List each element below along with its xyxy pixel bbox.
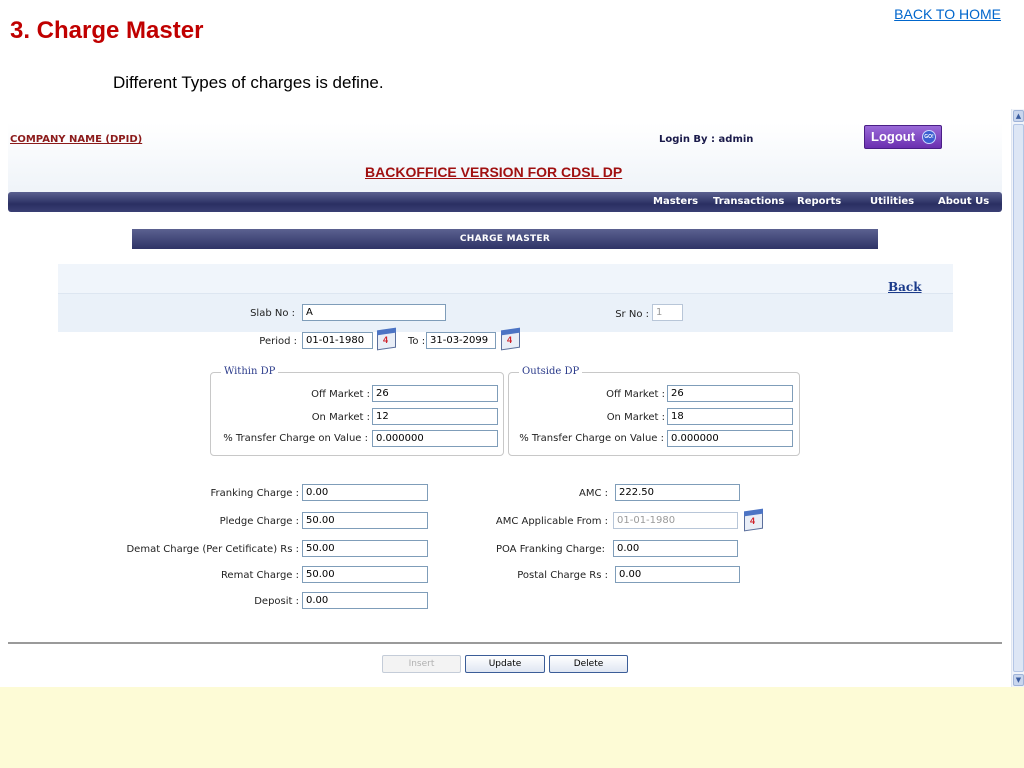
back-to-home-link[interactable]: BACK TO HOME [894, 6, 1001, 22]
calendar-icon-number: 4 [383, 335, 389, 345]
within-dp-legend: Within DP [221, 366, 279, 377]
nav-item-about-us[interactable]: About Us [938, 196, 989, 207]
amc-applicable-from-label: AMC Applicable From : [495, 516, 608, 527]
to-label: To : [408, 336, 426, 347]
main-nav: Masters Transactions Reports Utilities A… [8, 192, 1002, 212]
within-off-market-label: Off Market : [311, 389, 370, 400]
app-title: BACKOFFICE VERSION FOR CDSL DP [365, 164, 623, 180]
demat-charge-label: Demat Charge (Per Cetificate) Rs : [126, 544, 299, 555]
logout-label: Logout [871, 129, 916, 144]
outside-transfer-label: % Transfer Charge on Value : [519, 433, 664, 444]
outside-on-market-input[interactable]: 18 [667, 408, 793, 425]
within-transfer-input[interactable]: 0.000000 [372, 430, 498, 447]
browser-window: COMPANY NAME (DPID) Login By : admin Log… [0, 109, 1024, 687]
franking-charge-input[interactable]: 0.00 [302, 484, 428, 501]
amc-label: AMC : [579, 488, 608, 499]
divider [8, 642, 1002, 644]
amc-input[interactable]: 222.50 [615, 484, 740, 501]
update-button[interactable]: Update [465, 655, 545, 673]
slide-footer [0, 687, 1024, 768]
calendar-icon[interactable]: 4 [500, 327, 522, 351]
calendar-icon-number: 4 [750, 516, 756, 526]
back-link[interactable]: Back [888, 280, 922, 294]
login-by-text: Login By : admin [659, 134, 754, 145]
outside-on-market-label: On Market : [606, 412, 665, 423]
header-band [8, 123, 1002, 201]
period-from-input[interactable]: 01-01-1980 [302, 332, 373, 349]
franking-charge-label: Franking Charge : [210, 488, 299, 499]
scroll-thumb[interactable] [1013, 124, 1024, 672]
slide-title: 3. Charge Master [10, 17, 204, 44]
sr-no-input[interactable]: 1 [652, 304, 683, 321]
outside-dp-legend: Outside DP [519, 366, 583, 377]
calendar-icon[interactable]: 4 [376, 327, 398, 351]
nav-item-transactions[interactable]: Transactions [713, 196, 784, 207]
pledge-charge-label: Pledge Charge : [219, 516, 299, 527]
outside-off-market-label: Off Market : [606, 389, 665, 400]
form-panel-header [58, 264, 953, 294]
outside-transfer-input[interactable]: 0.000000 [667, 430, 793, 447]
demat-charge-input[interactable]: 50.00 [302, 540, 428, 557]
insert-button[interactable]: Insert [382, 655, 461, 673]
calendar-icon-number: 4 [507, 335, 513, 345]
amc-applicable-from-input[interactable]: 01-01-1980 [613, 512, 738, 529]
poa-franking-label: POA Franking Charge: [495, 544, 605, 555]
deposit-input[interactable]: 0.00 [302, 592, 428, 609]
outside-off-market-input[interactable]: 26 [667, 385, 793, 402]
within-on-market-label: On Market : [311, 412, 370, 423]
section-title-bar: CHARGE MASTER [132, 229, 878, 249]
nav-item-utilities[interactable]: Utilities [870, 196, 914, 207]
deposit-label: Deposit : [254, 596, 299, 607]
scroll-up-icon[interactable]: ▲ [1013, 110, 1024, 122]
pledge-charge-input[interactable]: 50.00 [302, 512, 428, 529]
scroll-down-icon[interactable]: ▼ [1013, 674, 1024, 686]
go-icon: GO! [922, 130, 936, 144]
period-to-input[interactable]: 31-03-2099 [426, 332, 496, 349]
slab-no-input[interactable]: A [302, 304, 446, 321]
period-label: Period : [259, 336, 297, 347]
slide-subtitle: Different Types of charges is define. [113, 73, 384, 92]
remat-charge-input[interactable]: 50.00 [302, 566, 428, 583]
postal-charge-input[interactable]: 0.00 [615, 566, 740, 583]
company-name: COMPANY NAME (DPID) [10, 134, 143, 145]
poa-franking-input[interactable]: 0.00 [613, 540, 738, 557]
within-transfer-label: % Transfer Charge on Value : [223, 433, 368, 444]
sr-no-label: Sr No : [615, 309, 649, 320]
within-on-market-input[interactable]: 12 [372, 408, 498, 425]
nav-item-reports[interactable]: Reports [797, 196, 841, 207]
vertical-scrollbar[interactable]: ▲ ▼ [1011, 109, 1024, 687]
slab-no-label: Slab No : [250, 308, 295, 319]
remat-charge-label: Remat Charge : [220, 570, 299, 581]
logout-button[interactable]: Logout GO! [864, 125, 942, 149]
calendar-icon[interactable]: 4 [743, 508, 765, 532]
nav-item-masters[interactable]: Masters [653, 196, 698, 207]
postal-charge-label: Postal Charge Rs : [517, 570, 608, 581]
delete-button[interactable]: Delete [549, 655, 628, 673]
within-off-market-input[interactable]: 26 [372, 385, 498, 402]
